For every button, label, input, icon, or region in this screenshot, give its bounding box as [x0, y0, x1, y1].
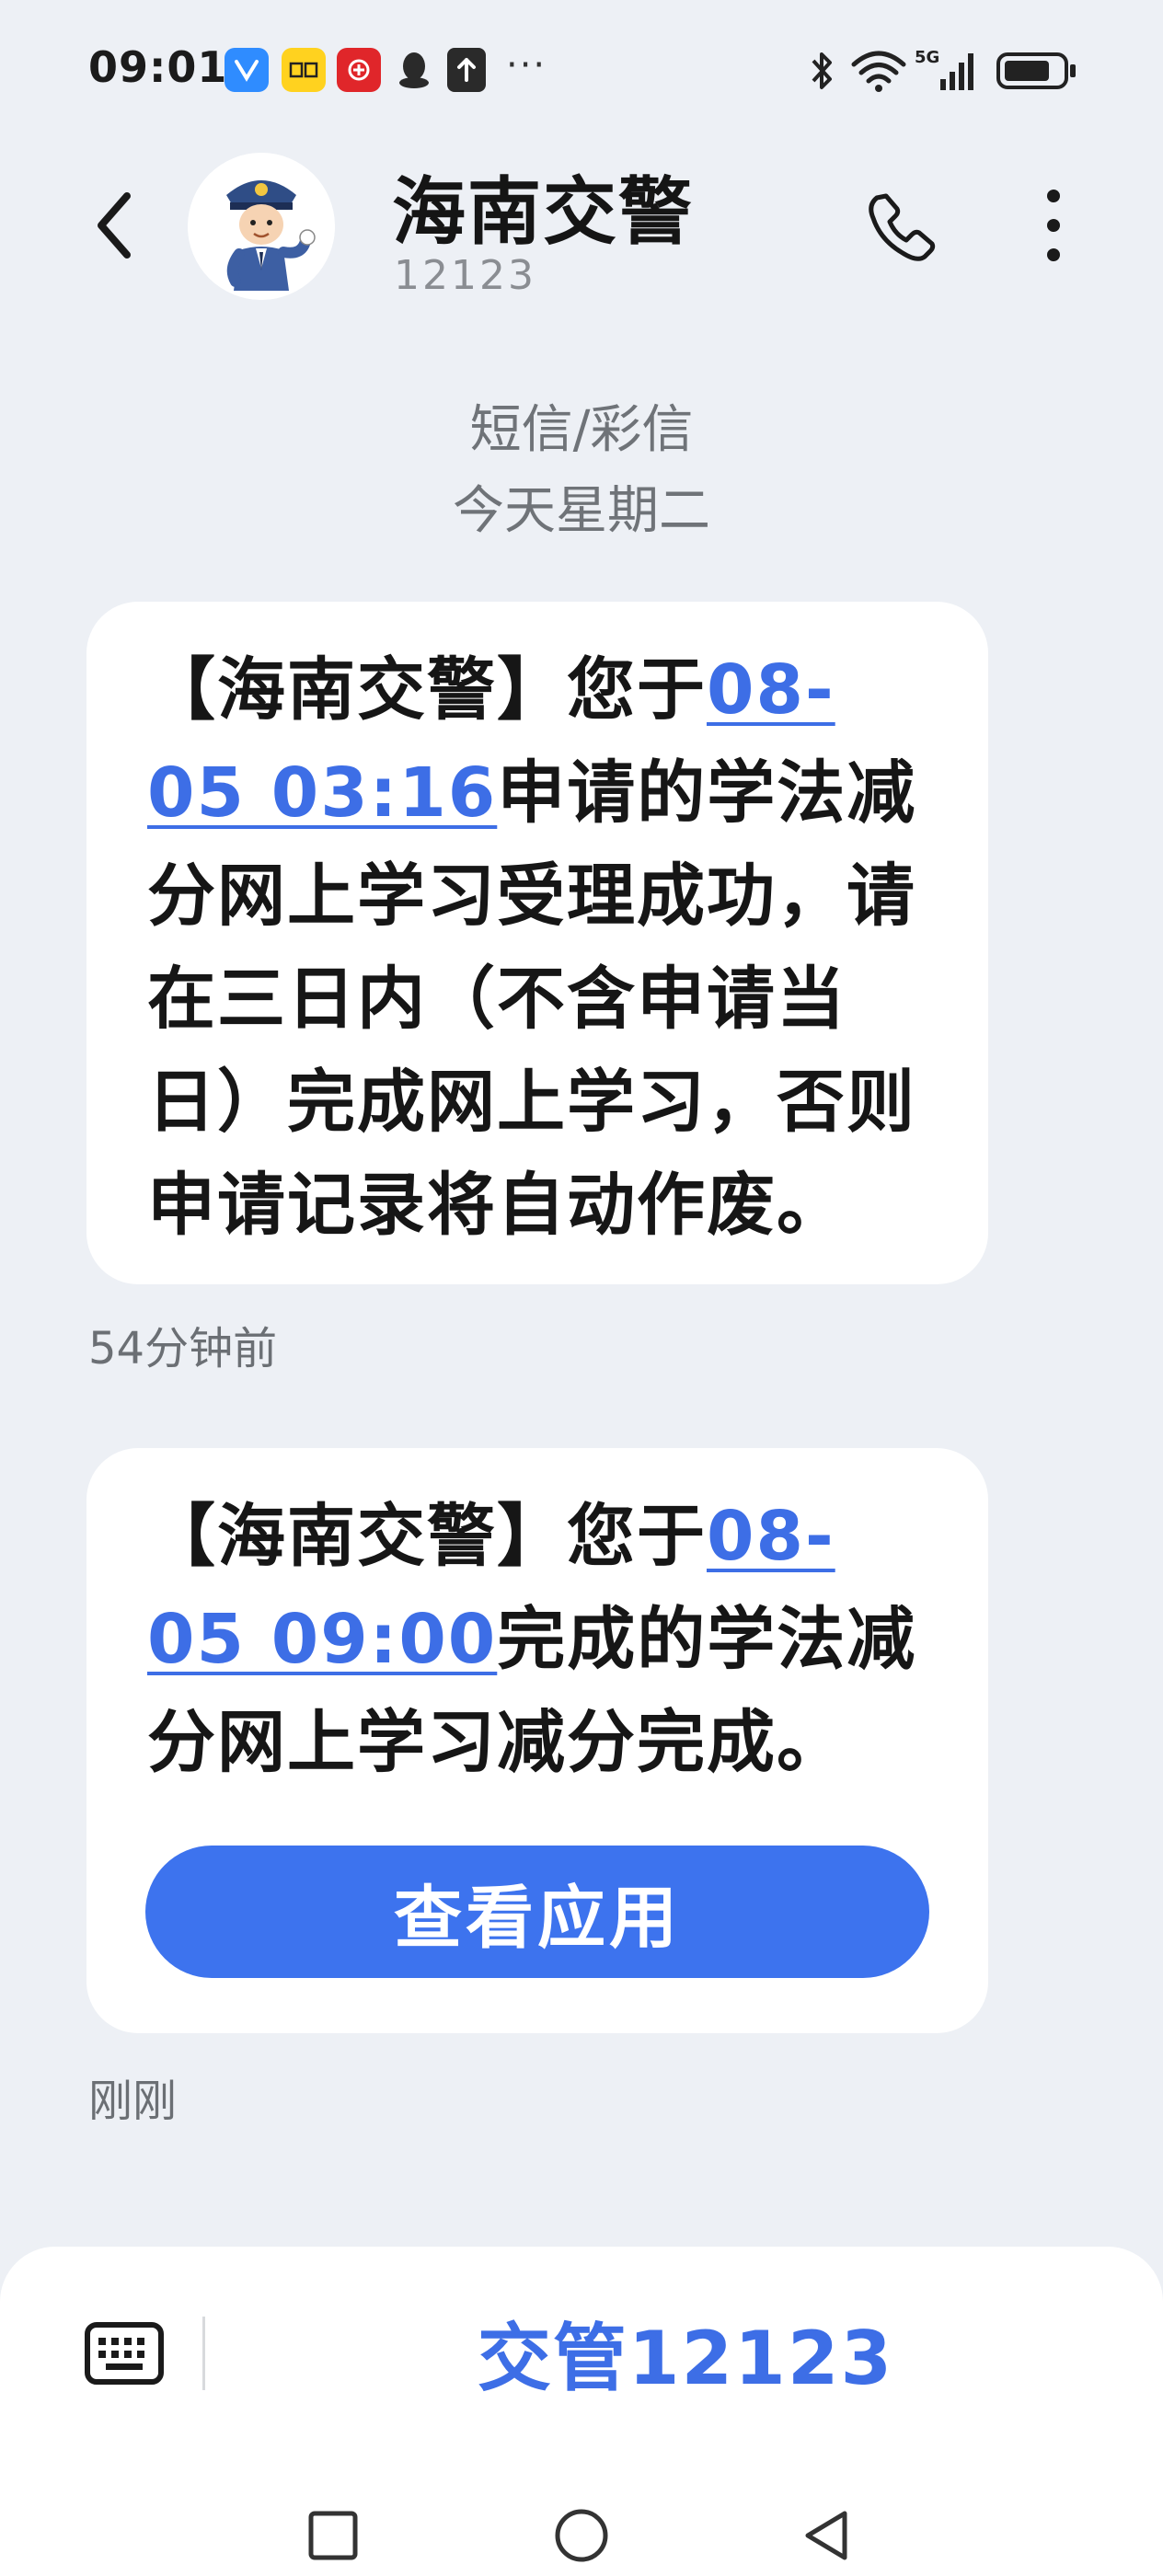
- view-app-button[interactable]: 查看应用: [145, 1846, 929, 1978]
- message-bubble[interactable]: 【海南交警】您于08-05 03:16申请的学法减分网上学习受理成功，请在三日内…: [86, 602, 988, 1284]
- message-prefix: 【海南交警】您于: [147, 1497, 707, 1576]
- back-button[interactable]: [83, 184, 147, 267]
- more-vertical-icon: [1047, 190, 1060, 261]
- contact-number: 12123: [394, 252, 536, 299]
- menu-divider: [202, 2317, 205, 2390]
- circle-icon: [555, 2509, 608, 2562]
- menu-item-jiaoguan[interactable]: 交管12123: [208, 2302, 1163, 2403]
- message-timestamp: 54分钟前: [88, 1323, 278, 1374]
- message-text: 【海南交警】您于08-05 03:16申请的学法减分网上学习受理成功，请在三日内…: [147, 638, 933, 1257]
- system-navigation-bar: [0, 2495, 1163, 2576]
- wifi-icon: [850, 48, 907, 98]
- upload-notification-icon: [447, 48, 486, 92]
- svg-text:5G: 5G: [915, 48, 939, 67]
- contact-name: 海南交警: [392, 169, 694, 255]
- keyboard-icon: [85, 2322, 164, 2385]
- message-text: 【海南交警】您于08-05 09:00完成的学法减分网上学习减分完成。: [147, 1485, 933, 1794]
- channel-label: 短信/彩信: [469, 400, 694, 460]
- more-options-button[interactable]: [1021, 184, 1086, 267]
- bluetooth-icon: [806, 48, 839, 98]
- nav-back-button[interactable]: [786, 2495, 867, 2576]
- status-time: 09:01: [88, 42, 228, 92]
- qq-app-icon: [392, 48, 436, 92]
- home-button[interactable]: [541, 2495, 622, 2576]
- triangle-back-icon: [805, 2511, 847, 2560]
- pinduoduo-app-icon: [337, 48, 381, 92]
- honor-app-icon: [225, 48, 269, 92]
- back-arrow-icon: [98, 192, 131, 259]
- square-icon: [308, 2511, 358, 2560]
- cellular-signal-icon: 5G: [915, 46, 981, 99]
- status-bar: 09:01 ··· 5G: [0, 0, 1163, 129]
- message-timestamp: 刚刚: [88, 2076, 178, 2127]
- date-separator: 今天星期二: [453, 481, 710, 541]
- keyboard-toggle-button[interactable]: [83, 2317, 166, 2390]
- message-prefix: 【海南交警】您于: [147, 650, 707, 730]
- message-bubble[interactable]: 【海南交警】您于08-05 09:00完成的学法减分网上学习减分完成。 查看应用: [86, 1448, 988, 2033]
- police-officer-avatar-icon: [188, 153, 335, 300]
- more-notifications-icon: ···: [506, 44, 547, 86]
- meituan-app-icon: [282, 48, 326, 92]
- phone-icon: [869, 193, 936, 261]
- call-button[interactable]: [861, 184, 944, 267]
- conversation-header: 海南交警 12123: [0, 138, 1163, 322]
- battery-icon: [996, 52, 1078, 94]
- recent-apps-button[interactable]: [293, 2495, 374, 2576]
- avatar[interactable]: [188, 153, 335, 300]
- bottom-menu-panel: 交管12123: [0, 2247, 1163, 2576]
